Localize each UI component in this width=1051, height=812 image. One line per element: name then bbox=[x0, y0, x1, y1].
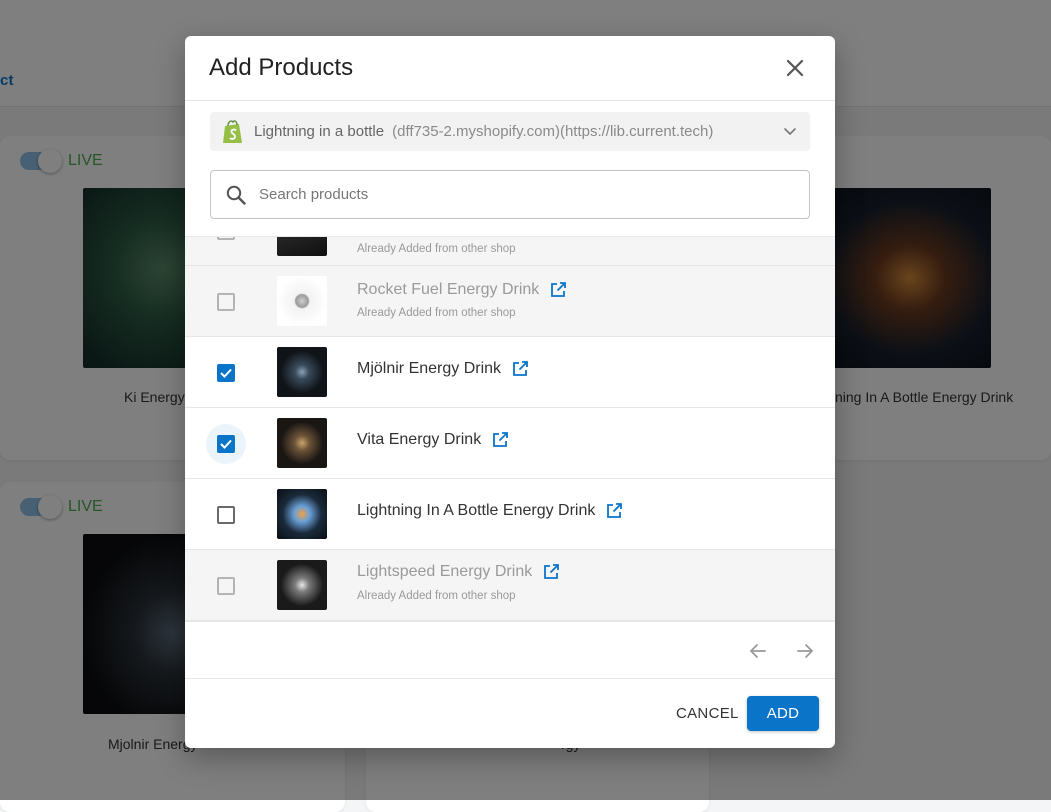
shop-url: (dff735-2.myshopify.com)(https://lib.cur… bbox=[392, 123, 714, 140]
product-row[interactable]: Rocket Fuel Energy Drink Already Added f… bbox=[185, 266, 835, 337]
product-name-group: Lightning In A Bottle Energy Drink bbox=[357, 502, 623, 520]
add-products-dialog: Add Products Lightning in a bottle (dff7… bbox=[185, 36, 835, 748]
product-thumbnail bbox=[277, 347, 327, 397]
product-name-group: Rocket Fuel Energy Drink bbox=[357, 281, 567, 299]
search-box bbox=[210, 170, 810, 219]
product-checkbox[interactable] bbox=[217, 577, 235, 595]
product-checkbox[interactable] bbox=[217, 237, 235, 240]
dialog-title: Add Products bbox=[209, 54, 354, 81]
product-name[interactable]: Mjölnir Energy Drink bbox=[357, 360, 501, 378]
product-row[interactable]: Mjölnir Energy Drink bbox=[185, 337, 835, 408]
product-checkbox-checked[interactable] bbox=[217, 364, 235, 382]
shop-name: Lightning in a bottle bbox=[254, 123, 385, 140]
search-icon bbox=[226, 185, 246, 205]
product-name-group: Lightspeed Energy Drink bbox=[357, 563, 560, 581]
product-checkbox[interactable] bbox=[217, 506, 235, 524]
product-name[interactable]: Lightspeed Energy Drink bbox=[357, 563, 532, 581]
product-name[interactable]: Vita Energy Drink bbox=[357, 431, 481, 449]
search-input[interactable] bbox=[257, 185, 781, 204]
product-checkbox[interactable] bbox=[217, 293, 235, 311]
already-added-note: Already Added from other shop bbox=[357, 307, 516, 319]
product-row[interactable]: Lightspeed Energy Drink Already Added fr… bbox=[185, 550, 835, 621]
dialog-actions: CANCEL ADD bbox=[185, 679, 835, 748]
product-row[interactable]: Lightning In A Bottle Energy Drink bbox=[185, 479, 835, 550]
pagination bbox=[185, 621, 835, 679]
external-link-icon[interactable] bbox=[542, 563, 560, 581]
arrow-right-icon[interactable] bbox=[795, 641, 815, 661]
shop-select[interactable]: Lightning in a bottle (dff735-2.myshopif… bbox=[210, 112, 810, 151]
product-thumbnail bbox=[277, 237, 327, 256]
arrow-left-icon[interactable] bbox=[748, 641, 768, 661]
already-added-note: Already Added from other shop bbox=[357, 243, 516, 255]
cancel-button[interactable]: CANCEL bbox=[666, 696, 749, 731]
dialog-header: Add Products bbox=[185, 36, 835, 101]
product-list: Already Added from other shop Rocket Fue… bbox=[185, 236, 835, 622]
product-name[interactable]: Lightning In A Bottle Energy Drink bbox=[357, 502, 595, 520]
product-checkbox-checked[interactable] bbox=[217, 435, 235, 453]
external-link-icon[interactable] bbox=[511, 360, 529, 378]
product-name[interactable]: Rocket Fuel Energy Drink bbox=[357, 281, 539, 299]
chevron-down-icon[interactable] bbox=[782, 123, 798, 139]
product-thumbnail bbox=[277, 418, 327, 468]
already-added-note: Already Added from other shop bbox=[357, 590, 516, 602]
product-row[interactable]: Vita Energy Drink bbox=[185, 408, 835, 479]
product-thumbnail bbox=[277, 560, 327, 610]
add-button[interactable]: ADD bbox=[747, 696, 819, 731]
checkmark-icon bbox=[220, 368, 232, 378]
product-name-group: Mjölnir Energy Drink bbox=[357, 360, 529, 378]
external-link-icon[interactable] bbox=[605, 502, 623, 520]
external-link-icon[interactable] bbox=[491, 431, 509, 449]
checkmark-icon bbox=[220, 439, 232, 449]
close-icon[interactable] bbox=[783, 56, 807, 80]
product-name-group: Vita Energy Drink bbox=[357, 431, 509, 449]
product-row[interactable]: Already Added from other shop bbox=[185, 237, 835, 266]
product-thumbnail bbox=[277, 276, 327, 326]
product-thumbnail bbox=[277, 489, 327, 539]
shopify-icon bbox=[223, 119, 242, 143]
external-link-icon[interactable] bbox=[549, 281, 567, 299]
